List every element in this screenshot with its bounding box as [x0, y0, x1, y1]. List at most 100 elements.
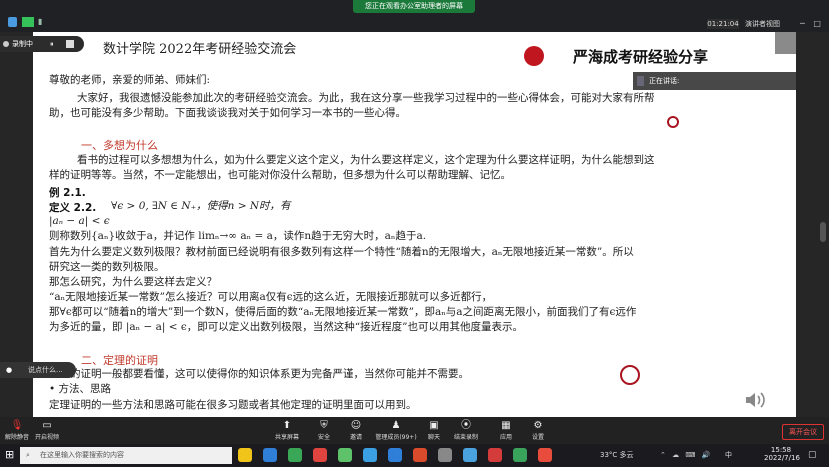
security-label: 安全: [317, 434, 330, 441]
taskbar-apps: [238, 444, 568, 467]
text-line-g: 为多近的量，即 |aₙ − a| < ϵ，即可以定义出数列极限，当然这种“接近程…: [49, 321, 524, 333]
video-label: 开启视频: [34, 434, 59, 441]
chat-placeholder: 说点什么...: [28, 366, 63, 374]
screen-share-banner: 您正在观看办公室助理者的屏幕: [353, 0, 475, 13]
camera-thumbnail[interactable]: [775, 32, 796, 54]
members-icon: ♟: [391, 420, 401, 431]
definition-text: ∀ϵ > 0, ∃N ∈ N₊，使得n > N时，有: [111, 200, 291, 212]
taskbar-app-icon[interactable]: [488, 448, 502, 462]
invite-label: 邀请: [349, 434, 362, 441]
chat-button[interactable]: ▣ 聊天: [424, 420, 444, 441]
taskbar-app-icon[interactable]: [288, 448, 302, 462]
unmute-button[interactable]: 🎙 解除静音: [4, 420, 30, 441]
speaking-indicator: 正在讲话:: [633, 72, 796, 90]
share-screen-button[interactable]: ⬆ 共享屏幕: [274, 420, 300, 441]
settings-label: 设置: [531, 434, 544, 441]
taskbar-app-icon[interactable]: [388, 448, 402, 462]
settings-button[interactable]: ⚙ 设置: [528, 420, 548, 441]
side-panel-handle[interactable]: [820, 222, 826, 242]
chat-input-bubble[interactable]: ● 说点什么...: [0, 362, 76, 378]
system-tray-icons[interactable]: ⌃ ☁ ⌨ 🔊: [660, 449, 712, 461]
taskbar-app-icon[interactable]: [363, 448, 377, 462]
view-mode-button[interactable]: 演讲者视图: [745, 18, 795, 30]
speaker-icon[interactable]: [743, 388, 767, 412]
start-video-button[interactable]: ▭ 开启视频: [34, 420, 60, 441]
manage-members-button[interactable]: ♟ 管理成员(99+): [374, 420, 418, 441]
text-line-b: 首先为什么要定义数列极限？教材前面已经说明有很多数列有这样一个特性“随着n的无限…: [49, 246, 634, 258]
recording-label: 录制中: [12, 40, 33, 48]
signal-strength-icon: [22, 17, 34, 27]
end-recording-button[interactable]: ⦿ 结束录制: [452, 420, 480, 441]
intro-line-2: 助，也可能没有多少帮助。下面我谈谈我对关于如何学习一本书的一些心得。: [49, 107, 406, 119]
taskbar-search-box[interactable]: ⌕ 在这里输入你要搜索的内容: [20, 447, 232, 464]
clock-date: 2022/7/16: [764, 454, 800, 462]
para-3: 定理证明的一些方法和思路可能在很多习题或者其他定理的证明里面可以用到。: [49, 399, 417, 411]
unmute-label: 解除静音: [4, 434, 29, 441]
search-icon: ⌕: [26, 451, 30, 459]
slide-header-left: 数计学院 2022年考研经验交流会: [103, 42, 297, 57]
camera-icon: ▭: [42, 420, 52, 431]
section-heading-1: 一、多想为什么: [81, 139, 158, 152]
taskbar-app-icon[interactable]: [238, 448, 252, 462]
speaking-label: 正在讲话:: [649, 77, 680, 85]
example-label: 例 2.1.: [49, 187, 86, 199]
chat-icon: ●: [6, 366, 13, 374]
invite-icon: ☺: [350, 420, 362, 431]
apps-button[interactable]: ▦ 应用: [496, 420, 516, 441]
taskbar-app-icon[interactable]: [538, 448, 552, 462]
red-circle-decoration: [524, 46, 544, 66]
weather-widget[interactable]: 33°C 多云: [600, 449, 634, 461]
slide-header-right: 严海成考研经验分享: [573, 48, 709, 66]
taskbar-app-icon[interactable]: [263, 448, 277, 462]
taskbar-app-icon[interactable]: [413, 448, 427, 462]
text-line-c: 研究这一类的数列极限。: [49, 261, 165, 273]
apps-icon: ▦: [501, 420, 511, 431]
taskbar-app-icon[interactable]: [438, 448, 452, 462]
shield-icon: ⛨: [320, 420, 328, 431]
window-controls[interactable]: ─ □ ✕: [800, 18, 826, 40]
stop-recording-icon[interactable]: [66, 40, 74, 48]
section-heading-2: 二、定理的证明: [81, 354, 158, 367]
network-icon[interactable]: ▮: [38, 17, 48, 27]
bullet-method: • 方法、思路: [49, 383, 112, 395]
leave-meeting-button[interactable]: 离开会议: [782, 424, 824, 440]
apps-label: 应用: [499, 434, 512, 441]
security-button[interactable]: ⛨ 安全: [314, 420, 334, 441]
members-label: 管理成员(99+): [375, 434, 417, 441]
chat-icon: ▣: [429, 420, 439, 431]
definition-label: 定义 2.2.: [49, 202, 97, 214]
notification-icon[interactable]: ▢: [808, 449, 817, 461]
input-method-indicator[interactable]: 中: [725, 449, 732, 461]
recording-control[interactable]: 录制中 ⏸: [0, 32, 90, 56]
search-placeholder: 在这里输入你要搜索的内容: [40, 451, 124, 459]
windows-start-icon[interactable]: ⊞: [5, 449, 17, 461]
speaker-avatar: [637, 76, 644, 86]
text-line-a: 则称数列{aₙ}收敛于a，并记作 limₙ→∞ aₙ = a，读作n趋于无穷大时…: [49, 230, 427, 242]
left-dark-panel: [0, 32, 33, 417]
invite-button[interactable]: ☺ 邀请: [346, 420, 366, 441]
record-stop-icon: ⦿: [461, 420, 471, 431]
taskbar-app-icon[interactable]: [338, 448, 352, 462]
text-line-e: “aₙ无限地接近某一常数”怎么接近？可以用离a仅有ϵ远的这么近，无限接近那就可以…: [49, 291, 493, 303]
taskbar-app-icon[interactable]: [463, 448, 477, 462]
para-1-line-2: 样的证明等等。当然，不一定能想出，也可能对你没什么帮助，但多想为什么可以帮助理解…: [49, 169, 511, 181]
taskbar-app-icon[interactable]: [513, 448, 527, 462]
record-dot-icon: [3, 41, 9, 47]
taskbar-clock[interactable]: 15:58 2022/7/16: [764, 446, 800, 462]
para-1-line-1: 看书的过程可以多想想为什么，如为什么要定义这个定义，为什么要这样定义，这个定理为…: [77, 154, 655, 166]
chat-label: 聊天: [427, 434, 440, 441]
pause-recording-icon[interactable]: ⏸: [50, 40, 58, 48]
meeting-timer: 01:21:04: [707, 19, 739, 29]
intro-line-1: 大家好，我很遗憾没能参加此次的考研经验交流会。为此，我在这分享一些我学习过程中的…: [77, 92, 655, 104]
para-2: 定理的证明一般都要看懂，这可以使得你的知识体系更为完备严谨，当然你可能并不需要。: [49, 368, 469, 380]
text-line-f: 那∀ϵ都可以“随着n的增大”到一个数N，使得后面的数“aₙ无限地接近某一常数”，…: [49, 306, 637, 318]
taskbar-app-icon[interactable]: [313, 448, 327, 462]
text-line-d: 那怎么研究，为什么要这样去定义？: [49, 276, 217, 288]
gear-icon: ⚙: [533, 420, 543, 431]
greeting: 尊敬的老师，亲爱的师弟、师妹们:: [49, 74, 211, 86]
clock-time: 15:58: [770, 446, 792, 454]
security-shield-icon[interactable]: [8, 17, 17, 27]
share-screen-icon: ⬆: [282, 420, 292, 431]
microphone-muted-icon: 🎙: [10, 420, 24, 431]
end-record-label: 结束录制: [453, 434, 478, 441]
